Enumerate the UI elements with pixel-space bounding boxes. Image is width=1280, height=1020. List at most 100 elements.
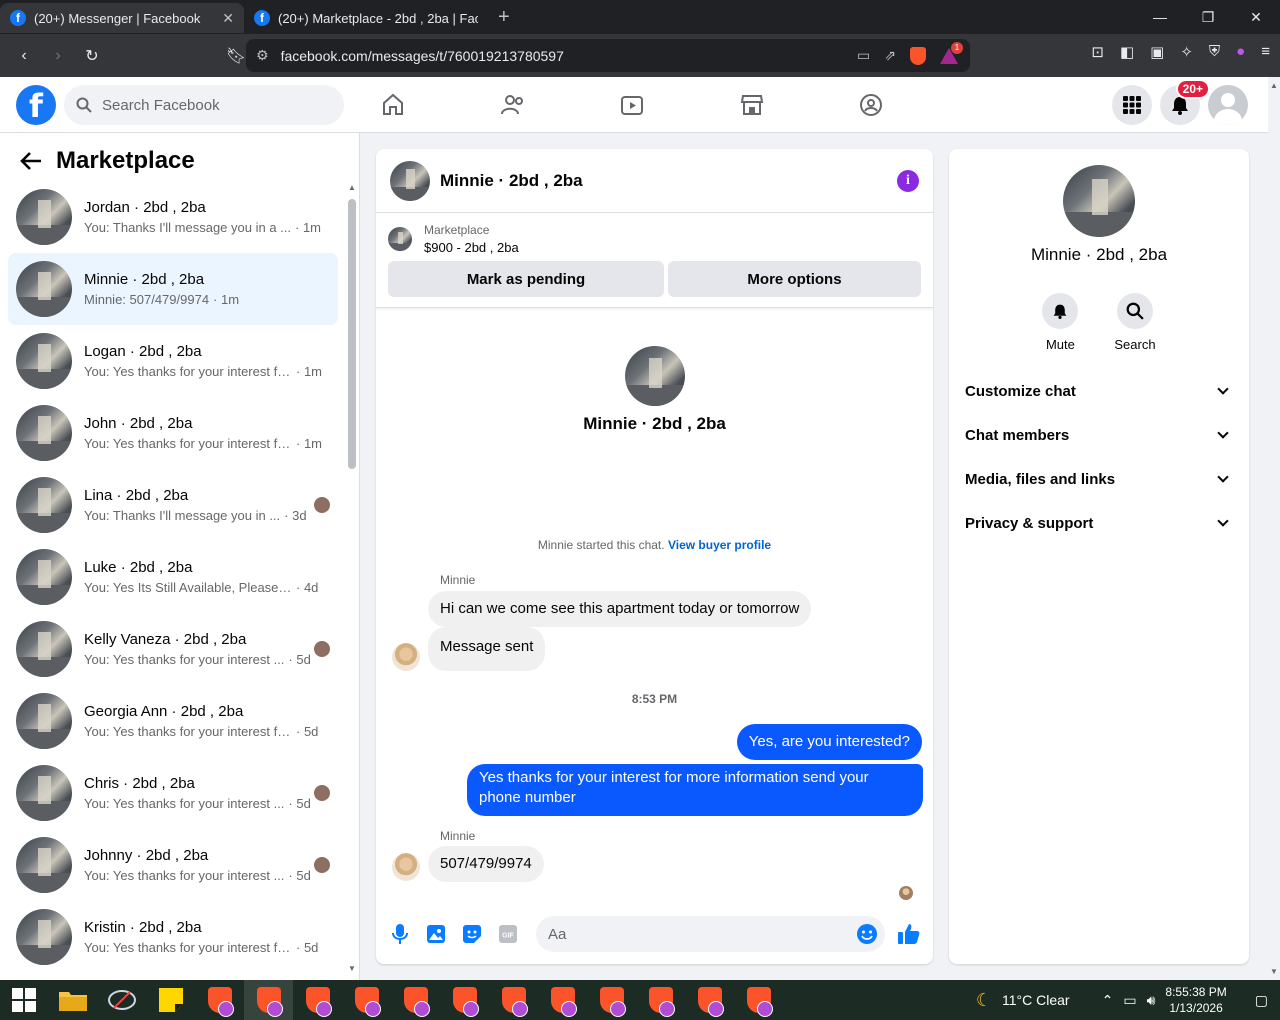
network-icon[interactable]: ▭	[1123, 992, 1136, 1009]
screenshot-icon[interactable]: ⊡	[1091, 43, 1104, 61]
close-window-button[interactable]: ✕	[1232, 0, 1280, 34]
conversation-item[interactable]: Kelly Vaneza · 2bd , 2ba You: Yes thanks …	[8, 613, 338, 685]
info-icon[interactable]: i	[897, 169, 919, 192]
thumbs-up-icon[interactable]	[897, 922, 921, 946]
conversation-item[interactable]: Logan · 2bd , 2ba You: Yes thanks for you…	[8, 325, 338, 397]
mark-as-pending-button[interactable]: Mark as pending	[388, 261, 664, 297]
brave-shields-icon[interactable]	[910, 46, 926, 65]
conversation-item[interactable]: Lina · 2bd , 2ba You: Thanks I'll message…	[8, 469, 338, 541]
conversation-item[interactable]: Minnie · 2bd , 2ba Minnie: 507/479/9974 · …	[8, 253, 338, 325]
scroll-up-arrow-icon[interactable]: ▲	[347, 183, 357, 192]
reload-icon[interactable]: ↻	[78, 42, 106, 70]
brave-taskbar-icon[interactable]	[489, 980, 538, 1020]
brave-taskbar-icon[interactable]	[195, 980, 244, 1020]
scroll-down-arrow-icon[interactable]: ▼	[347, 964, 357, 973]
tab-marketplace[interactable]: f (20+) Marketplace - 2bd , 2ba | Faceb	[244, 3, 488, 33]
privacy-support-item[interactable]: Privacy & support	[957, 501, 1241, 545]
forward-icon[interactable]: ›	[44, 42, 72, 70]
notifications-center-icon[interactable]: ▢	[1255, 992, 1268, 1009]
snipping-tool-icon[interactable]	[97, 980, 146, 1020]
microphone-icon[interactable]	[388, 922, 412, 946]
more-options-button[interactable]: More options	[668, 261, 921, 297]
sticky-notes-icon[interactable]	[146, 980, 195, 1020]
chevron-up-icon[interactable]: ⌃	[1102, 992, 1114, 1009]
back-icon[interactable]: ‹	[10, 42, 38, 70]
nav-watch[interactable]	[602, 77, 662, 133]
outgoing-message[interactable]: Yes thanks for your interest for more in…	[467, 764, 923, 816]
chat-members-item[interactable]: Chat members	[957, 413, 1241, 457]
page-scrollbar[interactable]: ▲ ▼	[1268, 77, 1280, 980]
vpn-icon[interactable]: ⛨	[1209, 43, 1220, 61]
nav-friends[interactable]	[483, 77, 543, 133]
scroll-up-arrow-icon[interactable]: ▲	[1270, 81, 1278, 90]
address-bar[interactable]: ⚙︎ facebook.com/messages/t/7600192137805…	[246, 39, 970, 72]
conversation-item[interactable]: Luke · 2bd , 2ba You: Yes Its Still Avail…	[8, 541, 338, 613]
brave-taskbar-icon[interactable]	[587, 980, 636, 1020]
conversation-item[interactable]: Jordan · 2bd , 2ba You: Thanks I'll messa…	[8, 181, 338, 253]
sidebar-scrollbar[interactable]: ▲ ▼	[347, 183, 357, 973]
search-in-chat-button[interactable]: Search	[1114, 293, 1156, 352]
mute-button[interactable]: Mute	[1042, 293, 1079, 352]
search-input[interactable]	[102, 96, 322, 114]
search-box[interactable]	[64, 85, 344, 125]
new-tab-button[interactable]: +	[498, 6, 510, 29]
gif-icon[interactable]: GIF	[496, 922, 520, 946]
customize-chat-item[interactable]: Customize chat	[957, 369, 1241, 413]
extension-icon[interactable]: ●	[1236, 43, 1245, 61]
url-text[interactable]: facebook.com/messages/t/760019213780597	[281, 48, 845, 64]
file-explorer-icon[interactable]	[48, 980, 97, 1020]
view-buyer-profile-link[interactable]: View buyer profile	[668, 538, 771, 552]
message-input[interactable]	[548, 925, 857, 943]
brave-taskbar-icon[interactable]	[440, 980, 489, 1020]
facebook-logo[interactable]: f	[16, 85, 56, 125]
back-arrow-icon[interactable]	[20, 152, 42, 170]
brave-taskbar-icon[interactable]	[244, 980, 293, 1020]
notifications-button[interactable]: 20+	[1160, 79, 1210, 125]
sender-avatar[interactable]	[392, 643, 420, 671]
account-avatar[interactable]	[1208, 85, 1248, 125]
brave-taskbar-icon[interactable]	[538, 980, 587, 1020]
panel-avatar[interactable]	[1063, 165, 1135, 237]
brave-taskbar-icon[interactable]	[342, 980, 391, 1020]
menu-grid-button[interactable]	[1112, 85, 1152, 125]
site-settings-icon[interactable]: ⚙︎	[256, 47, 269, 64]
nav-home[interactable]	[363, 77, 423, 133]
weather-moon-icon[interactable]: ☾	[976, 990, 992, 1011]
share-icon[interactable]: ⇗	[884, 47, 896, 64]
listing-thumbnail[interactable]	[388, 227, 412, 251]
conversation-item[interactable]: Georgia Ann · 2bd , 2ba You: Yes thanks f…	[8, 685, 338, 757]
tab-messenger[interactable]: f (20+) Messenger | Facebook ✕	[0, 3, 244, 33]
weather-text[interactable]: 11°C Clear	[1002, 992, 1070, 1008]
photo-icon[interactable]	[424, 922, 448, 946]
volume-icon[interactable]: 🔊︎	[1147, 992, 1156, 1009]
wallet-icon[interactable]: ▣	[1150, 43, 1164, 61]
brave-taskbar-icon[interactable]	[734, 980, 783, 1020]
close-tab-icon[interactable]: ✕	[222, 10, 234, 27]
windows-start-icon[interactable]	[0, 980, 48, 1020]
nav-marketplace[interactable]	[722, 77, 782, 133]
listing-price[interactable]: $900 - 2bd , 2ba	[424, 240, 519, 255]
cast-icon[interactable]: ▭	[857, 47, 870, 64]
outgoing-message[interactable]: Yes, are you interested?	[736, 724, 922, 760]
conversation-item[interactable]: Kristin · 2bd , 2ba You: Yes thanks for y…	[8, 901, 338, 973]
conversation-item[interactable]: John · 2bd , 2ba You: Yes thanks for your…	[8, 397, 338, 469]
leo-ai-icon[interactable]: ✧	[1180, 43, 1193, 61]
conversation-item[interactable]: Chris · 2bd , 2ba You: Yes thanks for you…	[8, 757, 338, 829]
sticker-icon[interactable]	[460, 922, 484, 946]
brave-rewards-icon[interactable]: 1	[940, 41, 963, 64]
media-files-links-item[interactable]: Media, files and links	[957, 457, 1241, 501]
menu-icon[interactable]: ≡	[1261, 43, 1270, 61]
clock[interactable]: 8:55:38 PM 1/13/2026	[1165, 984, 1226, 1016]
chat-title[interactable]: Minnie · 2bd , 2ba	[440, 171, 583, 191]
scrollbar-thumb[interactable]	[348, 199, 356, 469]
restore-button[interactable]: ❐	[1184, 0, 1232, 34]
incoming-message[interactable]: 507/479/9974	[428, 846, 544, 882]
chat-avatar[interactable]	[390, 160, 430, 201]
sidebar-toggle-icon[interactable]: ◧	[1120, 43, 1134, 61]
brave-taskbar-icon[interactable]	[636, 980, 685, 1020]
minimize-button[interactable]: —	[1136, 0, 1184, 34]
brave-taskbar-icon[interactable]	[293, 980, 342, 1020]
intro-avatar[interactable]	[624, 346, 685, 406]
emoji-icon[interactable]	[857, 924, 877, 944]
incoming-message[interactable]: Hi can we come see this apartment today …	[428, 591, 812, 627]
